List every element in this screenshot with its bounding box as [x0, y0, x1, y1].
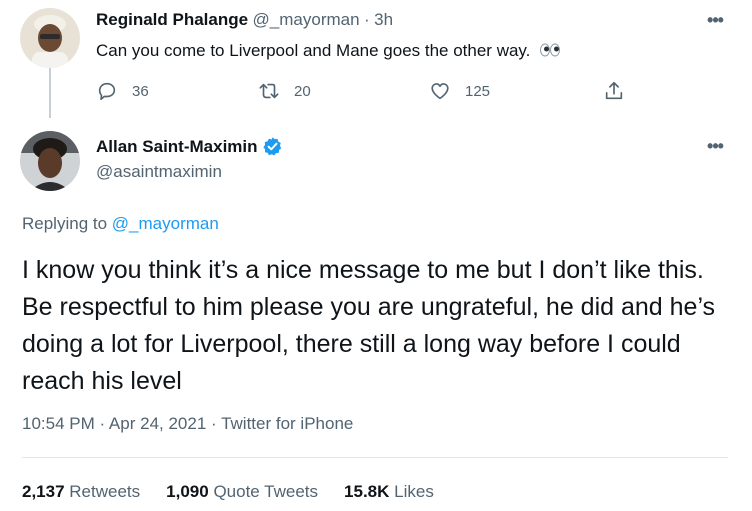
avatar-allan[interactable]: [20, 131, 80, 191]
quote-count: 1,090: [166, 482, 209, 501]
tweet-time[interactable]: 3h: [374, 10, 393, 29]
reply-icon: [98, 82, 116, 101]
avatar-reginald[interactable]: [20, 8, 80, 68]
share-button[interactable]: [603, 78, 625, 104]
likes-label: Likes: [394, 482, 434, 501]
main-tweet-text: I know you think it’s a nice message to …: [22, 256, 716, 395]
quote-tweets-stat[interactable]: 1,090 Quote Tweets: [166, 482, 318, 502]
eyes-icon: [539, 42, 561, 62]
verified-badge-icon: [262, 137, 281, 156]
reply-count: 36: [132, 82, 149, 100]
tweet-text: Can you come to Liverpool and Mane goes …: [96, 41, 561, 62]
tweet-timestamp[interactable]: 10:54 PM · Apr 24, 2021 · Twitter for iP…: [22, 414, 353, 434]
replying-to: Replying to @_mayorman: [22, 214, 219, 234]
retweets-stat[interactable]: 2,137 Retweets: [22, 482, 140, 502]
likes-count: 15.8K: [344, 482, 390, 501]
avatar-allan-image: [20, 131, 80, 191]
like-button[interactable]: 125: [429, 78, 490, 104]
quote-label: Quote Tweets: [213, 482, 319, 501]
more-options-button[interactable]: •••: [700, 10, 730, 30]
tweet-text-content: Can you come to Liverpool and Mane goes …: [96, 41, 531, 60]
retweets-label: Retweets: [69, 482, 141, 501]
more-dots-icon: •••: [707, 135, 724, 156]
like-count: 125: [465, 82, 491, 100]
main-tweet-author: Allan Saint-Maximin: [96, 136, 283, 157]
display-name[interactable]: Reginald Phalange: [96, 10, 248, 29]
user-handle[interactable]: @_mayorman: [253, 10, 360, 29]
reply-button[interactable]: 36: [96, 78, 149, 104]
tweet-header: Reginald Phalange @_mayorman · 3h: [96, 10, 393, 30]
tweet-stats: 2,137 Retweets 1,090 Quote Tweets 15.8K …: [22, 482, 460, 502]
avatar-reginald-image: [20, 8, 80, 68]
more-dots-icon: •••: [707, 9, 724, 30]
share-icon: [605, 81, 623, 100]
replying-to-label: Replying to: [22, 214, 108, 233]
user-handle[interactable]: @asaintmaximin: [96, 162, 222, 182]
retweet-icon: [259, 83, 279, 99]
separator-dot: ·: [364, 10, 370, 29]
retweet-button[interactable]: 20: [258, 78, 311, 104]
retweets-count: 2,137: [22, 482, 65, 501]
heart-icon: [431, 83, 449, 100]
more-options-button[interactable]: •••: [700, 136, 730, 156]
thread-connector-line: [49, 68, 51, 118]
replying-to-link[interactable]: @_mayorman: [112, 214, 219, 233]
divider: [22, 457, 728, 458]
likes-stat[interactable]: 15.8K Likes: [344, 482, 434, 502]
display-name[interactable]: Allan Saint-Maximin: [96, 137, 258, 157]
retweet-count: 20: [294, 82, 311, 100]
